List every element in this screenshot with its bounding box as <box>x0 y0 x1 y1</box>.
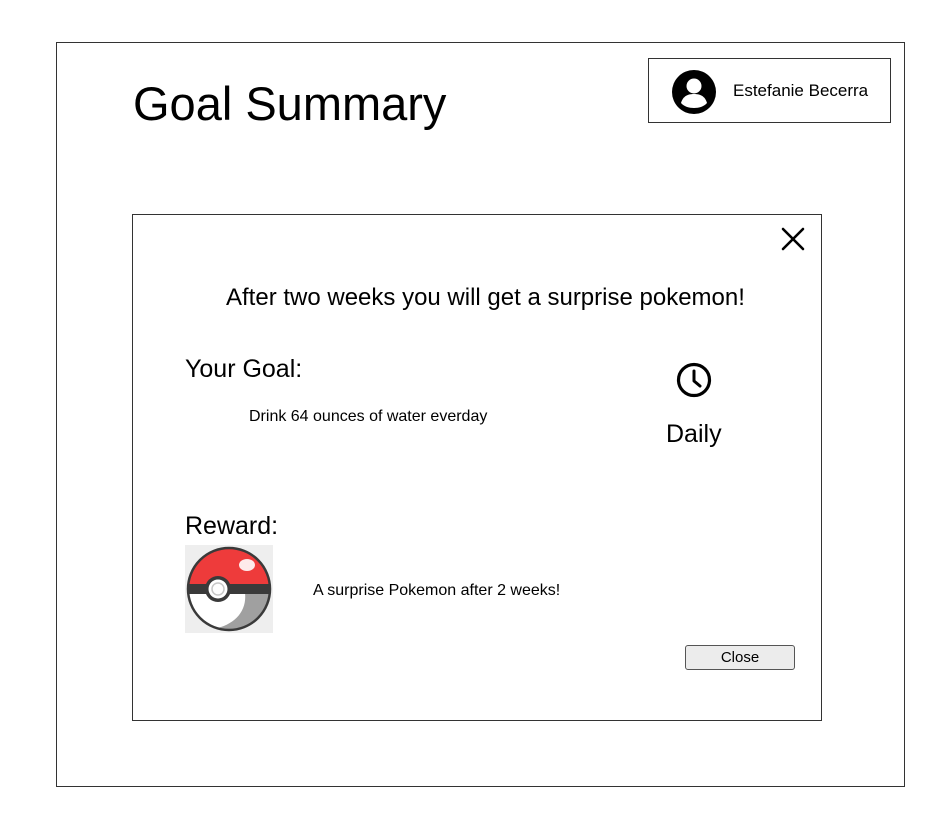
close-icon[interactable] <box>779 225 807 253</box>
pokeball-image <box>185 545 273 633</box>
goal-frequency: Daily <box>666 420 722 448</box>
user-profile-box[interactable]: Estefanie Becerra <box>648 58 891 123</box>
user-name: Estefanie Becerra <box>733 81 869 100</box>
reward-description: A surprise Pokemon after 2 weeks! <box>313 582 561 599</box>
pokeball-icon <box>186 546 272 632</box>
dialog-headline: After two weeks you will get a surprise … <box>226 284 745 311</box>
goal-description: Drink 64 ounces of water everday <box>249 408 488 425</box>
goal-heading: Your Goal: <box>185 355 303 383</box>
account-circle-icon <box>672 70 716 114</box>
reward-heading: Reward: <box>185 512 279 540</box>
clock-icon <box>676 362 712 398</box>
goal-summary-dialog: After two weeks you will get a surprise … <box>132 214 822 721</box>
page-title: Goal Summary <box>133 77 447 130</box>
close-button[interactable]: Close <box>685 645 795 670</box>
